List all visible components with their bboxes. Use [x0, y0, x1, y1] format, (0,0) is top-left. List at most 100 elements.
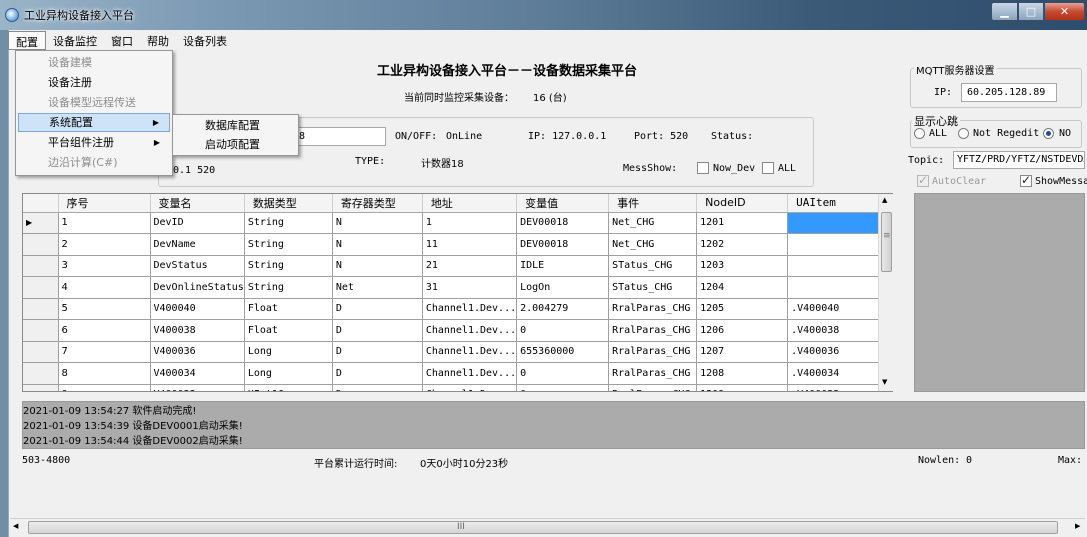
cell-varname[interactable]: DevID — [150, 212, 245, 234]
cell-nodeid[interactable]: 1202 — [696, 233, 789, 256]
cell-value[interactable]: 2.004279 — [516, 298, 610, 320]
cell-varname[interactable]: V400036 — [150, 341, 245, 363]
cell-uaitem[interactable] — [787, 212, 886, 234]
table-row[interactable]: 2 DevName String N 11 DEV00018 Net_CHG 1202 — [23, 233, 886, 256]
cell-index[interactable]: 2 — [58, 233, 151, 256]
maximize-button[interactable]: □ — [1018, 2, 1044, 21]
cell-value[interactable]: LogOn — [516, 276, 610, 299]
cell-address[interactable]: Channel1.Dev... — [422, 341, 518, 363]
cell-address[interactable]: 31 — [422, 276, 518, 299]
cell-address[interactable]: Channel1.Dev... — [422, 298, 518, 320]
cell-index[interactable]: 8 — [58, 362, 151, 385]
cell-datatype[interactable]: UInt16 — [244, 384, 333, 391]
cell-event[interactable]: RralParas_CHG — [608, 362, 698, 385]
cell-regtype[interactable]: D — [332, 319, 423, 342]
cell-regtype[interactable]: D — [332, 341, 423, 363]
cell-index[interactable]: 1 — [58, 212, 151, 234]
cell-event[interactable]: RralParas_CHG — [608, 319, 698, 342]
cell-value[interactable]: 0 — [516, 362, 610, 385]
horizontal-scroll-thumb[interactable]: III — [28, 521, 1058, 534]
menu-help[interactable]: 帮助 — [140, 31, 176, 50]
column-header-nodeid[interactable]: NodeID — [696, 194, 789, 213]
cell-value[interactable]: DEV00018 — [516, 212, 610, 234]
cell-nodeid[interactable]: 1204 — [696, 276, 789, 299]
cell-uaitem[interactable] — [787, 255, 886, 277]
cell-nodeid[interactable]: 1203 — [696, 255, 789, 277]
horizontal-scrollbar[interactable]: ◀ III ▶ — [10, 518, 1085, 535]
menu-platform-component-register[interactable]: 平台组件注册 ▶ — [18, 133, 170, 152]
table-row[interactable]: ▶ 1 DevID String N 1 DEV00018 Net_CHG 1201 — [23, 212, 886, 234]
menu-window[interactable]: 窗口 — [104, 31, 140, 50]
table-row[interactable]: 8 V400034 Long D Channel1.Dev... 0 RralParas_C… — [23, 362, 886, 385]
column-header-value[interactable]: 变量值 — [516, 194, 610, 213]
cell-varname[interactable]: V400034 — [150, 362, 245, 385]
cell-nodeid[interactable]: 1208 — [696, 362, 789, 385]
cell-event[interactable]: RralParas_CHG — [608, 341, 698, 363]
cell-uaitem[interactable]: .V400034 — [787, 362, 886, 385]
cell-event[interactable]: RralParas_CHG — [608, 298, 698, 320]
column-header-regtype[interactable]: 寄存器类型 — [332, 194, 423, 213]
table-row[interactable]: 3 DevStatus String N 21 IDLE STatus_CHG 1203 — [23, 255, 886, 277]
radio-all[interactable] — [914, 128, 925, 139]
cell-regtype[interactable]: N — [332, 233, 423, 256]
cell-event[interactable]: STatus_CHG — [608, 276, 698, 299]
cell-index[interactable]: 3 — [58, 255, 151, 277]
cell-value[interactable]: 0 — [516, 319, 610, 342]
table-row[interactable]: 6 V400038 Float D Channel1.Dev... 0 RralParas_… — [23, 319, 886, 342]
menu-device-monitor[interactable]: 设备监控 — [46, 31, 104, 50]
column-header-varname[interactable]: 变量名 — [150, 194, 245, 213]
cell-index[interactable]: 5 — [58, 298, 151, 320]
menu-device-list[interactable]: 设备列表 — [176, 31, 234, 50]
row-header[interactable] — [23, 319, 59, 342]
cell-uaitem[interactable]: .V400038 — [787, 319, 886, 342]
mqtt-ip-field[interactable]: 60.205.128.89 — [961, 83, 1057, 102]
minimize-button[interactable]: ▁ — [991, 2, 1018, 21]
cell-varname[interactable]: V400033 — [150, 384, 245, 391]
menu-edge-computing[interactable]: 边沿计算(C#) — [18, 153, 170, 172]
cell-index[interactable]: 6 — [58, 319, 151, 342]
cell-regtype[interactable]: N — [332, 255, 423, 277]
cell-address[interactable]: 11 — [422, 233, 518, 256]
row-header[interactable] — [23, 255, 59, 277]
cell-value[interactable]: 0 — [516, 384, 610, 391]
cell-uaitem[interactable]: .V400040 — [787, 298, 886, 320]
cell-regtype[interactable]: D — [332, 298, 423, 320]
menu-startup-config[interactable]: 启动项配置 — [175, 136, 296, 154]
cell-regtype[interactable]: Net — [332, 276, 423, 299]
radio-not-regedit[interactable] — [958, 128, 969, 139]
cell-address[interactable]: Channel1.Dev... — [422, 384, 518, 391]
cell-index[interactable]: 7 — [58, 341, 151, 363]
column-header-uaitem[interactable]: UAItem — [787, 194, 886, 213]
column-header-address[interactable]: 地址 — [422, 194, 518, 213]
cell-address[interactable]: Channel1.Dev... — [422, 362, 518, 385]
menu-system-config[interactable]: 系统配置 ▶ — [18, 113, 170, 132]
cell-event[interactable]: STatus_CHG — [608, 255, 698, 277]
cell-uaitem[interactable] — [787, 276, 886, 299]
autoclear-checkbox[interactable] — [917, 173, 929, 187]
cell-value[interactable]: 655360000 — [516, 341, 610, 363]
cell-datatype[interactable]: Long — [244, 341, 333, 363]
table-row[interactable]: 4 DevOnlineStatus String Net 31 LogOn STatus_C… — [23, 276, 886, 299]
menu-remote-model-transfer[interactable]: 设备模型远程传送 — [18, 93, 170, 112]
cell-event[interactable]: Net_CHG — [608, 233, 698, 256]
menu-device-register[interactable]: 设备注册 — [18, 73, 170, 92]
menu-device-modeling[interactable]: 设备建模 — [18, 53, 170, 72]
menu-database-config[interactable]: 数据库配置 — [175, 117, 296, 135]
cell-datatype[interactable]: String — [244, 276, 333, 299]
scroll-left-arrow-icon[interactable]: ◀ — [13, 522, 18, 530]
cell-index[interactable]: 4 — [58, 276, 151, 299]
cell-datatype[interactable]: Long — [244, 362, 333, 385]
cell-varname[interactable]: V400040 — [150, 298, 245, 320]
table-row[interactable]: 9V400033UInt16DChannel1.Dev...0RralParas… — [23, 384, 886, 391]
showmessage-checkbox[interactable] — [1020, 173, 1032, 187]
cell-regtype[interactable]: N — [332, 212, 423, 234]
scroll-up-arrow-icon[interactable]: ▲ — [882, 196, 887, 204]
cell-index[interactable]: 9 — [58, 384, 151, 391]
row-header[interactable]: ▶ — [23, 212, 59, 234]
row-header[interactable] — [23, 341, 59, 363]
cell-nodeid[interactable]: 1201 — [696, 212, 789, 234]
cell-varname[interactable]: DevName — [150, 233, 245, 256]
cell-nodeid[interactable]: 1207 — [696, 341, 789, 363]
all-checkbox[interactable] — [762, 162, 774, 174]
cell-datatype[interactable]: Float — [244, 298, 333, 320]
